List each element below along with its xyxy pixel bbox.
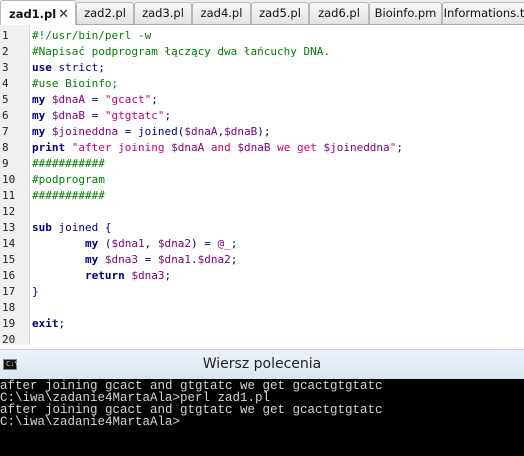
- line-number: 13: [2, 221, 16, 234]
- tab-label: zad3.pl: [142, 6, 184, 20]
- line-number: 20: [2, 333, 16, 346]
- code-text: my $joineddna = joined($dnaA,$dnaB);: [32, 125, 271, 138]
- code-line: 5 my $dnaA = "gcact";: [0, 92, 524, 108]
- line-number: 7: [2, 125, 9, 138]
- line-number: 14: [2, 237, 16, 250]
- code-line: 20: [0, 332, 524, 348]
- tab-label: zad1.pl: [9, 7, 57, 21]
- code-text: my $dna3 = $dna1.$dna2;: [84, 253, 238, 266]
- tab-label: zad6.pl: [318, 6, 360, 20]
- code-line: 6 my $dnaB = "gtgtatc";: [0, 108, 524, 124]
- tab-bar: zad1.pl ✕ zad2.pl zad3.pl zad4.pl zad5.p…: [0, 0, 524, 25]
- tab-zad3[interactable]: zad3.pl: [134, 2, 192, 24]
- tab-label: zad5.pl: [259, 6, 301, 20]
- line-number: 19: [2, 317, 16, 330]
- code-line: 14 my ($dna1, $dna2) = @_;: [0, 236, 524, 252]
- code-text: #podprogram: [32, 173, 105, 186]
- code-line: 17}: [0, 284, 524, 300]
- tab-zad5[interactable]: zad5.pl: [251, 2, 309, 24]
- code-text: ###########: [32, 189, 105, 202]
- close-icon[interactable]: ✕: [58, 1, 69, 25]
- code-line: 8 print "after joining $dnaA and $dnaB we…: [0, 140, 524, 156]
- code-text: #!/usr/bin/perl -w: [32, 29, 152, 42]
- tab-zad1[interactable]: zad1.pl ✕: [0, 0, 76, 25]
- line-number: 11: [2, 189, 16, 202]
- line-number: 2: [2, 45, 9, 58]
- line-number: 1: [2, 29, 9, 42]
- tab-zad2[interactable]: zad2.pl: [76, 2, 134, 24]
- code-text: return $dna3;: [84, 269, 172, 282]
- code-line: 9 ###########: [0, 156, 524, 172]
- command-window-titlebar: C:\ Wiersz polecenia: [0, 349, 524, 379]
- code-text: sub joined {: [32, 221, 112, 234]
- code-text: #use Bioinfo;: [32, 77, 119, 90]
- code-line: 4 #use Bioinfo;: [0, 76, 524, 92]
- code-text: print "after joining $dnaA and $dnaB we …: [32, 141, 403, 154]
- code-line: 18: [0, 300, 524, 316]
- code-text: my $dnaA = "gcact";: [32, 93, 158, 106]
- code-text: use strict;: [32, 61, 105, 74]
- code-line: 2 #Napisać podprogram łączący dwa łańcuch…: [0, 44, 524, 60]
- code-line: 19 exit;: [0, 316, 524, 332]
- tab-zad4[interactable]: zad4.pl: [192, 2, 251, 24]
- line-number: 9: [2, 157, 9, 170]
- code-text: }: [32, 285, 39, 298]
- line-number: 3: [2, 61, 9, 74]
- line-number: 10: [2, 173, 16, 186]
- tab-label: Informations.t: [443, 6, 524, 20]
- tab-informations[interactable]: Informations.t: [442, 2, 524, 24]
- code-line: 13 sub joined {: [0, 220, 524, 236]
- command-window-title: Wiersz polecenia: [202, 356, 322, 372]
- line-number: 5: [2, 93, 9, 106]
- tab-bioinfo[interactable]: Bioinfo.pm: [369, 2, 442, 24]
- code-line: 7 my $joineddna = joined($dnaA,$dnaB);: [0, 124, 524, 140]
- line-number: 4: [2, 77, 9, 90]
- console-output[interactable]: after joining gcact and gtgtatc we get g…: [0, 379, 524, 456]
- code-text: my $dnaB = "gtgtatc";: [32, 109, 172, 122]
- line-number: 12: [2, 205, 16, 218]
- code-text: my ($dna1, $dna2) = @_;: [84, 237, 238, 250]
- line-number: 6: [2, 109, 9, 122]
- tab-label: Bioinfo.pm: [374, 6, 437, 20]
- line-number: 8: [2, 141, 9, 154]
- code-line: 3 use strict;: [0, 60, 524, 76]
- code-line: 10 #podprogram: [0, 172, 524, 188]
- tab-label: zad2.pl: [84, 6, 126, 20]
- code-line: 16 return $dna3;: [0, 268, 524, 284]
- code-line: 12: [0, 204, 524, 220]
- code-text: ###########: [32, 157, 105, 170]
- code-text: #Napisać podprogram łączący dwa łańcuchy…: [32, 45, 331, 58]
- code-line: 1 #!/usr/bin/perl -w: [0, 28, 524, 44]
- code-line: 11 ###########: [0, 188, 524, 204]
- code-text: exit;: [32, 317, 66, 330]
- line-number: 17: [2, 285, 16, 298]
- line-number: 18: [2, 301, 16, 314]
- code-line: 15 my $dna3 = $dna1.$dna2;: [0, 252, 524, 268]
- line-number: 15: [2, 253, 16, 266]
- code-editor[interactable]: 1 #!/usr/bin/perl -w 2 #Napisać podprogram …: [0, 25, 524, 348]
- tab-label: zad4.pl: [200, 6, 243, 20]
- console-line: C:\iwa\zadanie4MartaAla>: [0, 415, 181, 429]
- tab-zad6[interactable]: zad6.pl: [309, 2, 369, 24]
- line-number: 16: [2, 269, 16, 282]
